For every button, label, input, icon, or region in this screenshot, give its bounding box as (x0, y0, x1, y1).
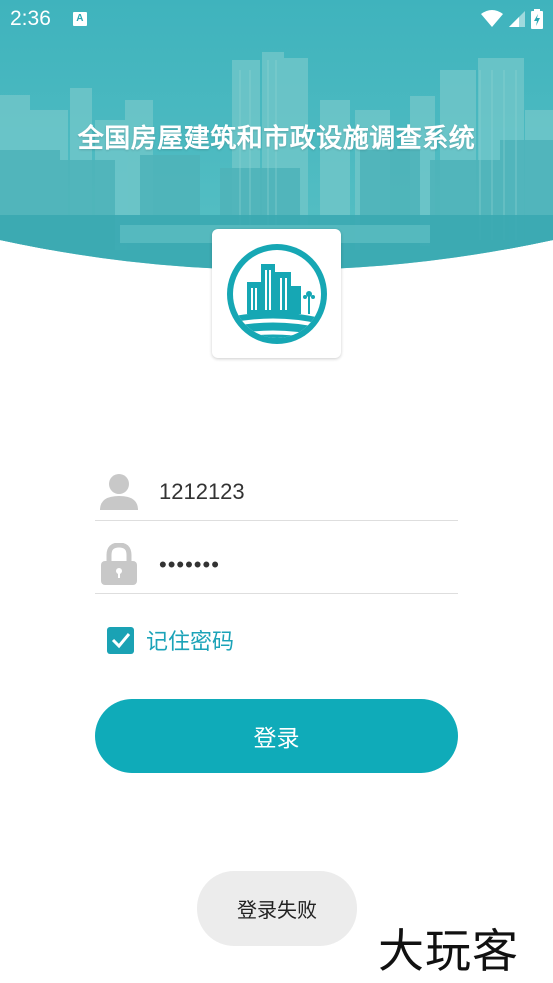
battery-charging-icon (531, 9, 543, 29)
wifi-icon (481, 10, 503, 27)
notification-icon: A (72, 12, 87, 26)
app-title: 全国房屋建筑和市政设施调查系统 (77, 124, 476, 154)
lock-icon (97, 542, 141, 587)
status-bar: 2:36 A (0, 0, 553, 38)
username-field[interactable] (95, 463, 458, 521)
remember-label[interactable]: 记住密码 (146, 624, 234, 656)
building-logo-icon (226, 243, 327, 344)
watermark-text: 大玩客 (378, 924, 519, 978)
status-time: 2:36 (10, 7, 51, 30)
status-icons (481, 9, 543, 29)
remember-password[interactable]: 记住密码 (107, 624, 234, 656)
login-button[interactable]: 登录 (95, 699, 458, 773)
password-field[interactable]: ••••••• (95, 536, 458, 594)
user-icon (97, 470, 141, 514)
checkmark-icon (111, 633, 130, 649)
username-input[interactable] (159, 478, 439, 505)
password-input[interactable]: ••••••• (159, 552, 439, 578)
remember-checkbox[interactable] (107, 626, 134, 654)
signal-icon (509, 11, 525, 27)
app-logo (212, 229, 341, 358)
toast-message: 登录失败 (197, 871, 357, 946)
